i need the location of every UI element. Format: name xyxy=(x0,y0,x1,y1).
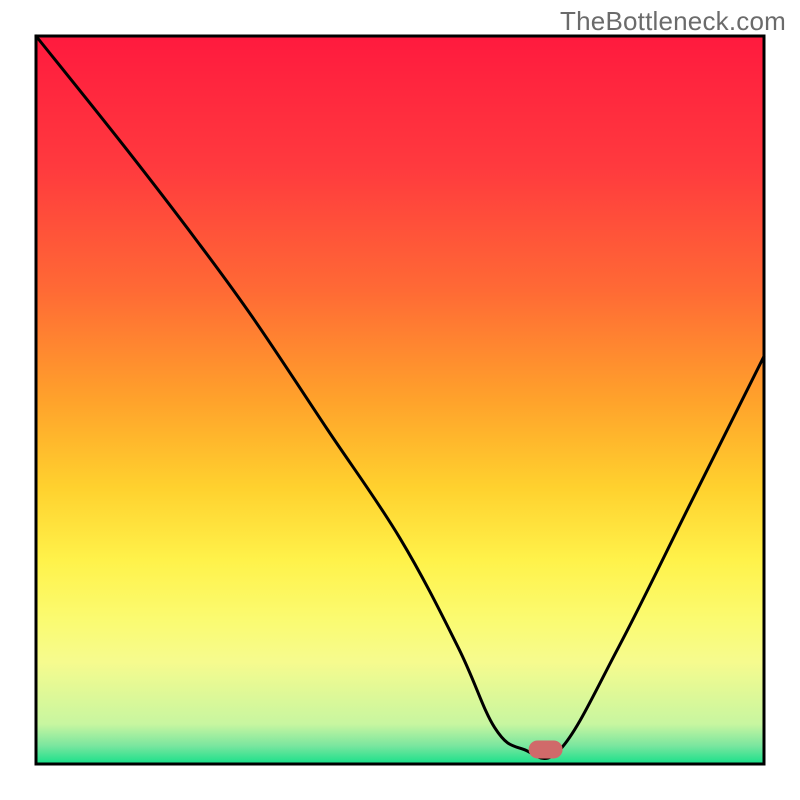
bottleneck-chart xyxy=(0,0,800,800)
optimal-point-marker xyxy=(529,740,563,758)
chart-plot-area xyxy=(36,36,764,764)
watermark-text: TheBottleneck.com xyxy=(560,6,786,37)
